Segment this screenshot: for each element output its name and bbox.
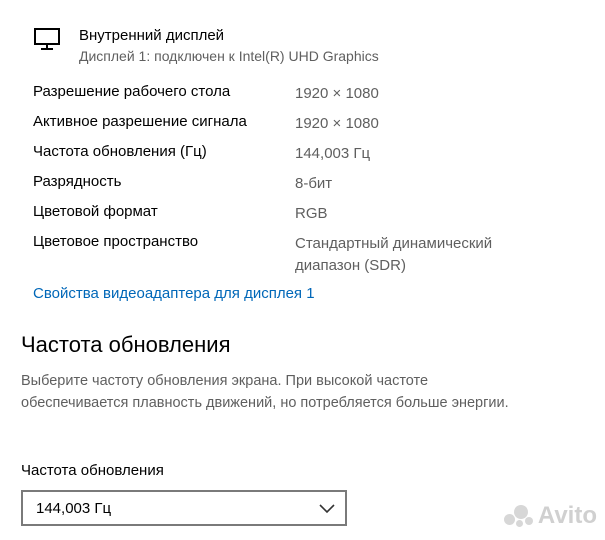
refresh-rate-description: Выберите частоту обновления экрана. При … [21, 373, 509, 411]
display-settings-page: Внутренний дисплей Дисплей 1: подключен … [0, 0, 605, 540]
refresh-rate-dropdown-label: Частота обновления [21, 462, 164, 479]
property-value: 144,003 Гц [295, 145, 371, 162]
property-label: Разрядность [33, 173, 122, 190]
property-label: Разрешение рабочего стола [33, 83, 231, 100]
property-value: Стандартный динамический диапазон (SDR) [295, 235, 493, 274]
refresh-rate-dropdown[interactable]: 144,003 Гц [21, 490, 347, 526]
property-label: Цветовое пространство [33, 233, 199, 250]
adapter-properties-link[interactable]: Свойства видеоадаптера для дисплея 1 [33, 285, 315, 302]
property-value: RGB [295, 205, 328, 222]
avito-logo-icon [503, 505, 534, 527]
property-value: 8-бит [295, 175, 333, 192]
dropdown-selected-value: 144,003 Гц [36, 500, 112, 517]
display-name: Внутренний дисплей [79, 27, 225, 44]
monitor-icon [34, 28, 60, 50]
property-label: Активное разрешение сигнала [33, 113, 247, 130]
refresh-rate-section-title: Частота обновления [21, 332, 231, 357]
property-value: 1920 × 1080 [295, 85, 379, 102]
avito-watermark: Avito [503, 502, 597, 530]
watermark-text: Avito [537, 502, 597, 529]
display-subtitle: Дисплей 1: подключен к Intel(R) UHD Grap… [79, 48, 379, 64]
chevron-down-icon [319, 504, 335, 514]
property-label: Частота обновления (Гц) [33, 143, 207, 160]
property-label: Цветовой формат [33, 203, 158, 220]
property-value: 1920 × 1080 [295, 115, 379, 132]
